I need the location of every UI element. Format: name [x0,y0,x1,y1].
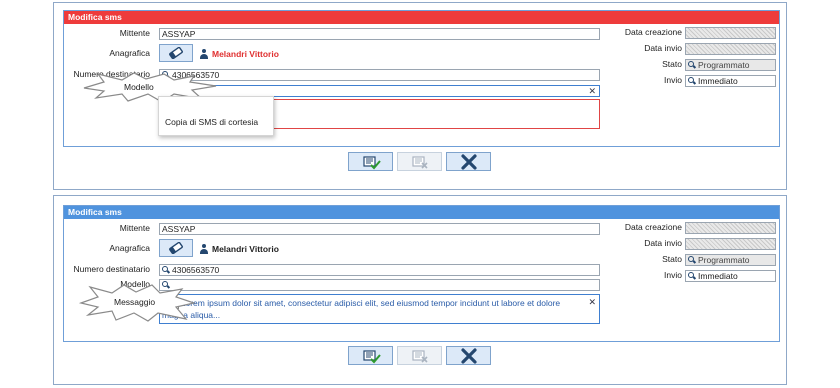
messaggio-value: Lorem ipsum dolor sit amet, consectetur … [162,298,561,320]
cancel-button[interactable] [446,346,491,365]
invio-label: Invio [664,75,682,85]
data-creazione-label: Data creazione [624,222,682,232]
mittente-input[interactable]: ASSYAP [159,28,600,40]
close-icon[interactable]: ✕ [588,86,596,96]
data-invio-label: Data invio [644,238,682,248]
save-sms-icon [362,349,381,363]
invio-field[interactable]: Immediato [685,75,776,87]
callout-messaggio-label: Messaggio [114,297,156,307]
person-icon [200,244,208,254]
search-icon [688,61,696,69]
anagrafica-name: Melandri Vittorio [212,49,279,59]
anagrafica-label: Anagrafica [109,48,150,58]
form-header: Modifica sms [64,206,779,219]
save-sms-button[interactable] [348,152,393,171]
invio-value: Immediato [698,76,738,86]
cancel-button[interactable] [446,152,491,171]
stato-value: Programmato [698,60,750,70]
save-sms-button[interactable] [348,346,393,365]
delete-sms-icon [411,155,428,169]
eraser-icon [169,47,183,59]
numero-label: Numero destinatario [73,264,150,274]
delete-sms-button[interactable] [397,346,442,365]
close-icon[interactable]: ✕ [588,297,596,307]
cancel-x-icon [460,153,477,170]
numero-input[interactable]: 4306563570 [159,264,600,276]
stato-field: Programmato [685,254,776,266]
person-icon [200,49,208,59]
dropdown-option[interactable]: Copia di SMS di cortesia [165,117,258,127]
search-icon [688,77,696,85]
messaggio-input[interactable]: 118Lorem ipsum dolor sit amet, consectet… [159,294,600,324]
eraser-icon [169,242,183,254]
delete-sms-icon [411,349,428,363]
mittente-input[interactable]: ASSYAP [159,223,600,235]
form-header: Modifica sms [64,11,779,24]
search-icon [162,266,170,274]
invio-field[interactable]: Immediato [685,270,776,282]
data-creazione-label: Data creazione [624,27,682,37]
stato-label: Stato [662,254,682,264]
invio-value: Immediato [698,271,738,281]
anagrafica-label: Anagrafica [109,243,150,253]
data-creazione-field [685,222,776,234]
mittente-label: Mittente [119,223,150,233]
callout-modello-label: Modello [124,82,154,92]
data-invio-field [685,43,776,55]
stato-field: Programmato [685,59,776,71]
search-icon [688,256,696,264]
anagrafica-name: Melandri Vittorio [212,244,279,254]
data-invio-field [685,238,776,250]
anagrafica-eraser-button[interactable] [159,239,193,257]
modello-input[interactable] [159,279,600,291]
numero-value: 4306563570 [172,265,220,275]
cancel-x-icon [460,347,477,364]
modello-dropdown: Copia di SMS di cortesia [158,96,274,136]
search-icon [688,272,696,280]
save-sms-icon [362,155,381,169]
stato-value: Programmato [698,255,750,265]
anagrafica-eraser-button[interactable] [159,44,193,62]
mittente-label: Mittente [119,28,150,38]
stato-label: Stato [662,59,682,69]
numero-input[interactable]: 4306563570 [159,69,600,81]
data-creazione-field [685,27,776,39]
data-invio-label: Data invio [644,43,682,53]
invio-label: Invio [664,270,682,280]
delete-sms-button[interactable] [397,152,442,171]
